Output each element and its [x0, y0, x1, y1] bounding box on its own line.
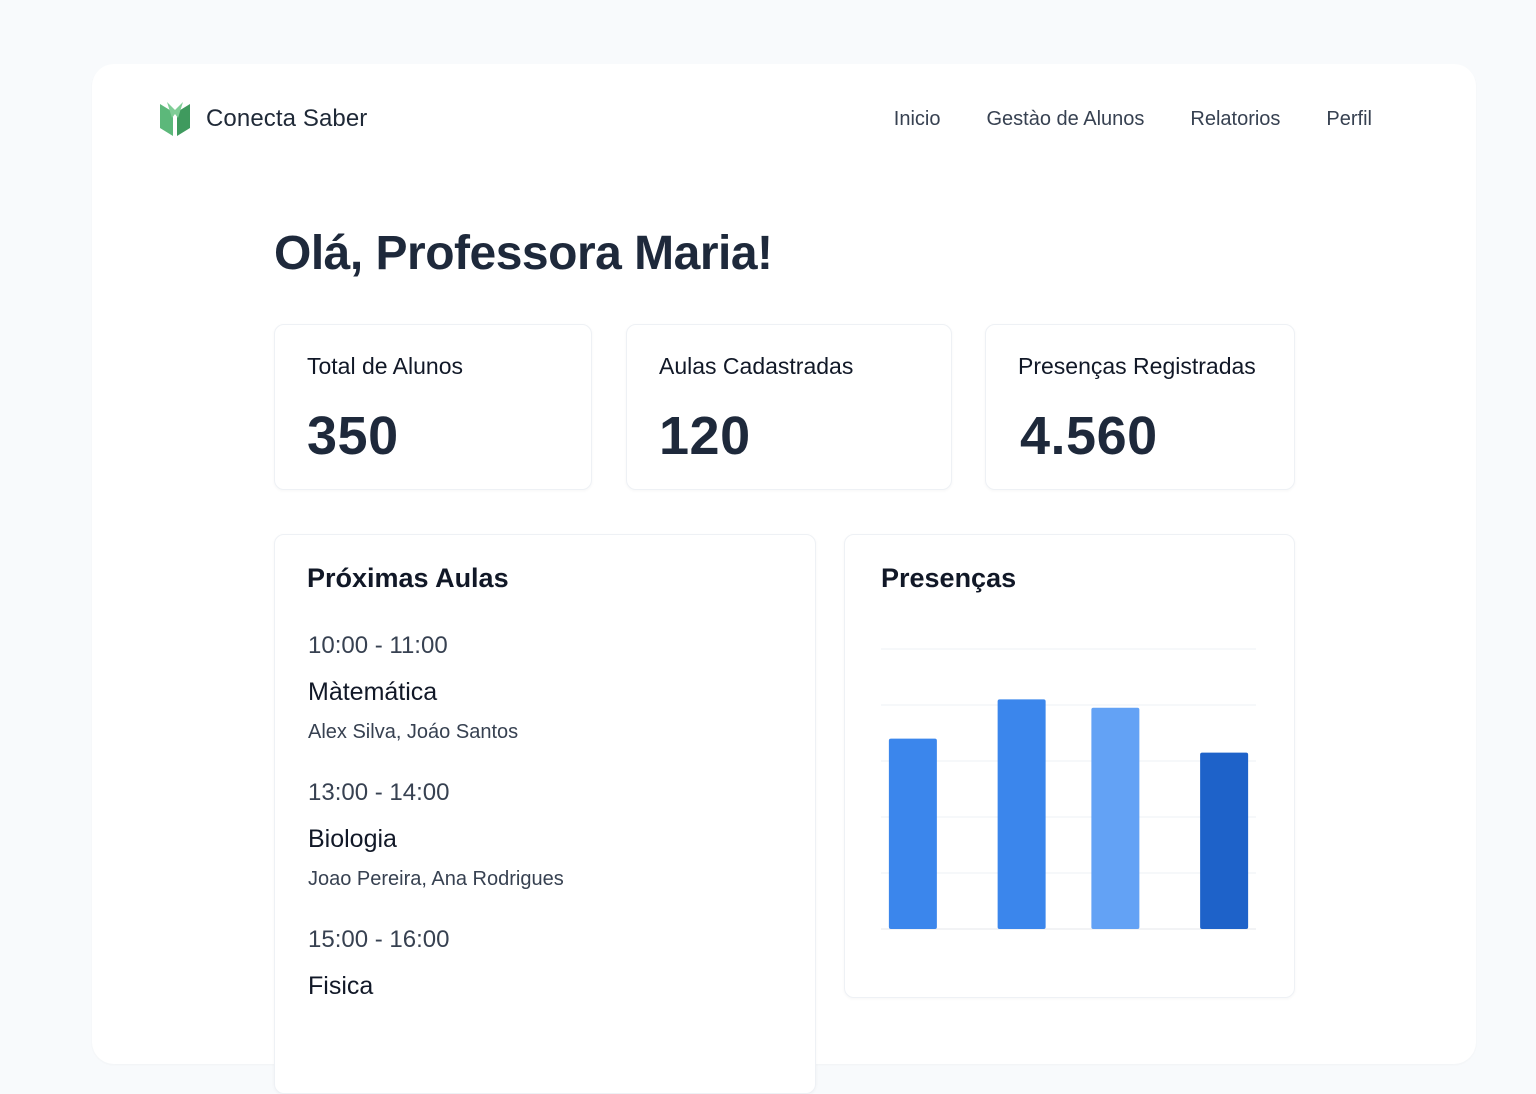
- chart-bar[interactable]: [1091, 707, 1140, 929]
- attendance-bar-chart: [881, 648, 1256, 930]
- leaf-logo-icon: [158, 100, 192, 138]
- class-time: 13:00 - 14:00: [308, 779, 450, 806]
- top-header: Conecta Saber Inicio Gestào de Alunos Re…: [92, 64, 1476, 176]
- attendance-chart: [845, 535, 1294, 997]
- class-subject: Màtemática: [308, 678, 438, 706]
- class-list: 10:00 - 11:00 Màtemática Alex Silva, Joá…: [308, 631, 788, 1072]
- chart-bar[interactable]: [997, 699, 1046, 929]
- dashboard-window: Conecta Saber Inicio Gestào de Alunos Re…: [92, 64, 1476, 1094]
- stat-value: 4.560: [1020, 406, 1158, 466]
- chart-bar[interactable]: [1200, 752, 1249, 929]
- nav-item-relatorios[interactable]: Relatorios: [1190, 108, 1280, 131]
- stat-label: Presenças Registradas: [1018, 353, 1256, 379]
- class-time: 10:00 - 11:00: [308, 632, 448, 659]
- nav-item-perfil[interactable]: Perfil: [1326, 108, 1372, 131]
- attendance-chart-panel: Presenças: [844, 534, 1295, 998]
- class-students: Alex Silva, Joáo Santos: [308, 721, 519, 743]
- class-students: Joao Pereira, Ana Rodrigues: [308, 868, 564, 890]
- main-nav: Inicio Gestào de Alunos Relatorios Perfi…: [894, 108, 1372, 131]
- stat-value: 350: [307, 406, 399, 466]
- class-subject: Biologia: [308, 825, 397, 853]
- chart-bar[interactable]: [888, 738, 937, 929]
- nav-item-inicio[interactable]: Inicio: [894, 108, 941, 131]
- stat-label: Total de Alunos: [307, 353, 464, 379]
- stat-card-aulas-cadastradas: Aulas Cadastradas 120: [626, 324, 952, 490]
- class-item[interactable]: 15:00 - 16:00 Fisica: [308, 925, 788, 1072]
- stat-card-presencas-registradas: Presenças Registradas 4.560: [985, 324, 1295, 490]
- stat-card-total-alunos: Total de Alunos 350: [274, 324, 592, 490]
- panel-title: Próximas Aulas: [307, 563, 509, 593]
- upcoming-classes-panel: Próximas Aulas 10:00 - 11:00 Màtemática …: [274, 534, 816, 1094]
- class-item[interactable]: 13:00 - 14:00 Biologia Joao Pereira, Ana…: [308, 778, 788, 925]
- class-time: 15:00 - 16:00: [308, 926, 450, 953]
- page-title: Olá, Professora Maria!: [274, 227, 773, 280]
- nav-item-gestao-alunos[interactable]: Gestào de Alunos: [986, 108, 1144, 131]
- brand[interactable]: Conecta Saber: [158, 100, 367, 138]
- class-item[interactable]: 10:00 - 11:00 Màtemática Alex Silva, Joá…: [308, 631, 788, 778]
- class-subject: Fisica: [308, 972, 374, 1000]
- stat-value: 120: [659, 406, 751, 466]
- app-name: Conecta Saber: [206, 105, 368, 132]
- stat-label: Aulas Cadastradas: [659, 353, 854, 379]
